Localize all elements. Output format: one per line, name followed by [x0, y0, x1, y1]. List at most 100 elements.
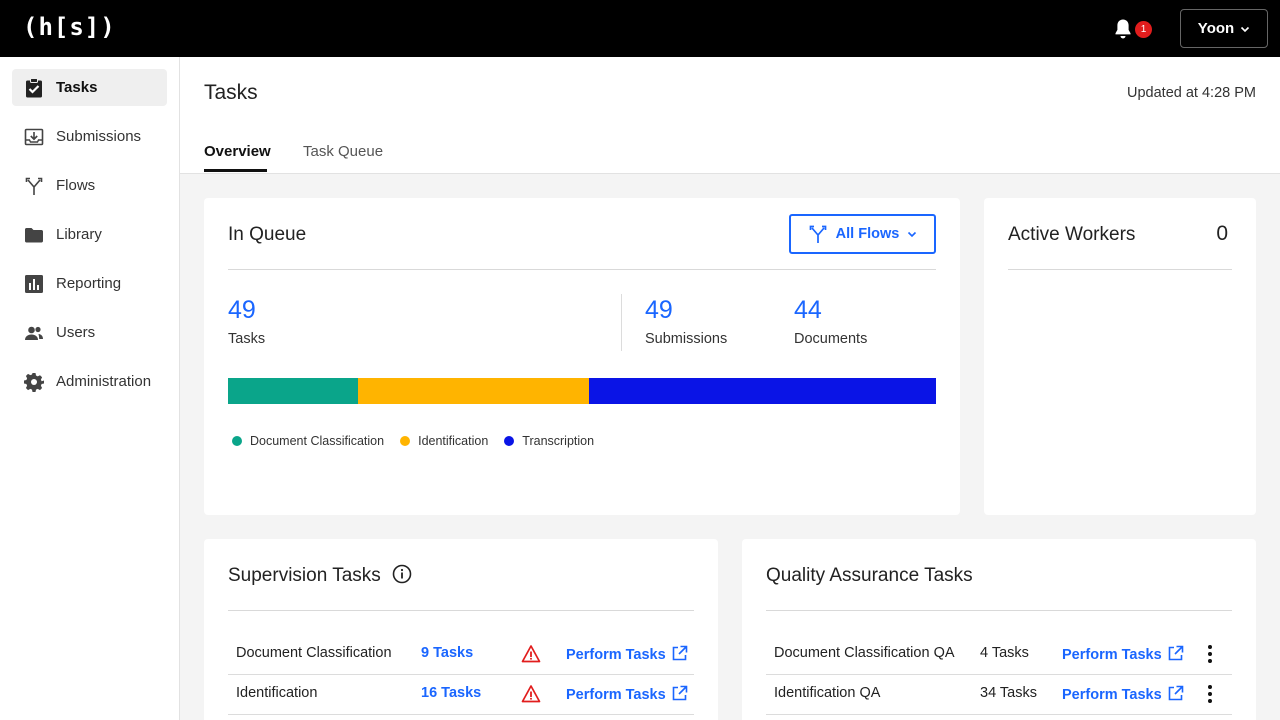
qa-tasks-card: Quality Assurance Tasks Document Classif…: [742, 539, 1256, 720]
perform-tasks-label: Perform Tasks: [566, 687, 666, 703]
card-title: In Queue: [228, 224, 307, 245]
sidebar-item-library[interactable]: Library: [12, 216, 167, 253]
external-link-icon: [672, 645, 687, 661]
sidebar-item-label: Library: [56, 226, 102, 243]
sidebar-item-reporting[interactable]: Reporting: [12, 265, 167, 302]
divider: [1008, 269, 1232, 270]
tab-task-queue[interactable]: Task Queue: [303, 143, 383, 160]
external-link-icon: [1168, 645, 1183, 661]
sidebar-item-label: Reporting: [56, 275, 122, 292]
task-count: 4 Tasks: [980, 645, 1029, 661]
info-icon[interactable]: [392, 564, 412, 584]
documents-label: Documents: [794, 331, 868, 347]
task-name: Document Classification: [236, 645, 392, 661]
perform-tasks-label: Perform Tasks: [566, 647, 666, 663]
task-name: Document Classification QA: [774, 645, 955, 661]
legend-dot: [400, 436, 411, 446]
external-link-icon: [672, 685, 687, 701]
submissions-label: Submissions: [645, 331, 728, 347]
table-row: Document Classification QA 4 Tasks Perfo…: [766, 635, 1232, 675]
divider: [228, 269, 936, 270]
sidebar-item-label: Flows: [56, 177, 96, 194]
card-title: Quality Assurance Tasks: [766, 565, 973, 586]
bell-icon[interactable]: [1113, 18, 1133, 40]
supervision-tasks-card: Supervision Tasks Document Classificatio…: [204, 539, 718, 720]
documents-count: 44: [794, 296, 822, 324]
queue-legend: Document Classification Identification Tra…: [232, 434, 594, 448]
legend-dot: [232, 436, 242, 446]
sidebar: Tasks Submissions Flows Library Reportin…: [0, 57, 180, 720]
sidebar-item-label: Users: [56, 324, 96, 341]
warning-icon: [521, 645, 541, 663]
legend-label: Identification: [418, 434, 489, 448]
divider: [621, 294, 622, 351]
task-count-link[interactable]: 16 Tasks: [421, 685, 481, 701]
perform-tasks-link[interactable]: Perform Tasks: [1062, 645, 1184, 663]
app-logo[interactable]: (h[s]): [23, 13, 116, 41]
perform-tasks-link[interactable]: Perform Tasks: [566, 685, 688, 703]
perform-tasks-label: Perform Tasks: [1062, 687, 1162, 703]
bar-chart-icon: [24, 274, 44, 294]
sidebar-item-submissions[interactable]: Submissions: [12, 118, 167, 155]
page-header: Tasks Updated at 4:28 PM Overview Task Q…: [180, 57, 1280, 174]
supervision-title: Supervision Tasks: [228, 565, 381, 586]
more-options-icon[interactable]: [1204, 683, 1216, 705]
external-link-icon: [1168, 685, 1183, 701]
table-row: Document Classification 9 Tasks Perform …: [228, 635, 694, 675]
active-tab-indicator: [204, 169, 267, 172]
tray-download-icon: [24, 127, 44, 147]
perform-tasks-link[interactable]: Perform Tasks: [1062, 685, 1184, 703]
notification-badge: 1: [1135, 21, 1152, 38]
in-queue-card: In Queue All Flows 49 Tasks 49 Submissio…: [204, 198, 960, 515]
legend-dot: [504, 436, 515, 446]
tasks-label: Tasks: [228, 331, 266, 347]
warning-icon: [521, 685, 541, 703]
sidebar-item-flows[interactable]: Flows: [12, 167, 167, 204]
task-count-link[interactable]: 9 Tasks: [421, 645, 473, 661]
active-workers-card: Active Workers 0: [984, 198, 1256, 515]
queue-breakdown-bar: [228, 378, 936, 404]
task-name: Identification QA: [774, 685, 881, 701]
card-title: Active Workers: [1008, 224, 1136, 245]
sidebar-item-label: Administration: [56, 373, 152, 390]
sidebar-item-users[interactable]: Users: [12, 314, 167, 351]
bar-segment-identification: [358, 378, 590, 404]
top-bar: (h[s]) 1 Yoon: [0, 0, 1280, 57]
card-title: Supervision Tasks: [228, 564, 412, 587]
task-count: 34 Tasks: [980, 685, 1037, 701]
sidebar-item-administration[interactable]: Administration: [12, 363, 167, 400]
sidebar-item-label: Tasks: [56, 79, 98, 96]
filter-label: All Flows: [835, 226, 900, 242]
all-flows-dropdown[interactable]: All Flows: [789, 214, 936, 254]
updated-timestamp: Updated at 4:28 PM: [1127, 85, 1256, 101]
legend-label: Transcription: [522, 434, 595, 448]
table-row: Identification 16 Tasks Perform Tasks: [228, 675, 694, 715]
users-icon: [24, 323, 44, 343]
perform-tasks-label: Perform Tasks: [1062, 647, 1162, 663]
tasks-count: 49: [228, 296, 256, 324]
sidebar-item-tasks[interactable]: Tasks: [12, 69, 167, 106]
legend-label: Document Classification: [250, 434, 385, 448]
chevron-down-icon: [908, 231, 917, 238]
divider: [766, 610, 1232, 611]
page-title: Tasks: [204, 81, 258, 104]
bar-segment-document-classification: [228, 378, 359, 404]
table-row: Identification QA 34 Tasks Perform Tasks: [766, 675, 1232, 715]
user-name: Yoon: [1197, 20, 1235, 37]
folder-icon: [24, 225, 44, 245]
user-menu-button[interactable]: Yoon: [1180, 9, 1268, 48]
bar-segment-transcription: [589, 378, 936, 404]
flow-branch-icon: [24, 176, 44, 196]
chevron-down-icon: [1241, 26, 1250, 32]
task-name: Identification: [236, 685, 318, 701]
perform-tasks-link[interactable]: Perform Tasks: [566, 645, 688, 663]
legend-item: Transcription: [504, 434, 594, 448]
sidebar-item-label: Submissions: [56, 128, 142, 145]
legend-item: Document Classification: [232, 434, 384, 448]
clipboard-check-icon: [24, 77, 44, 98]
divider: [228, 610, 694, 611]
tab-overview[interactable]: Overview: [204, 143, 271, 160]
flow-branch-icon: [809, 225, 827, 243]
more-options-icon[interactable]: [1204, 643, 1216, 665]
active-workers-count: 0: [1216, 222, 1228, 245]
